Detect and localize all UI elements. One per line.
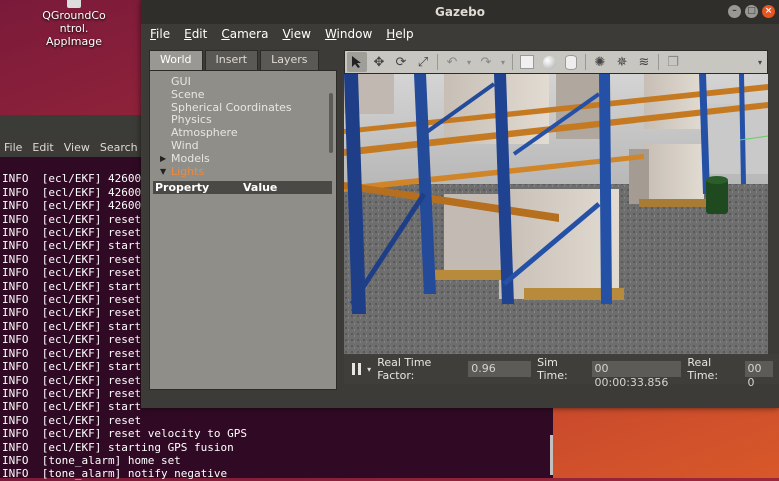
step-dropdown-icon[interactable]: ▾ bbox=[367, 365, 371, 374]
menu-edit[interactable]: Edit bbox=[184, 27, 207, 41]
directional-light-icon[interactable]: ≋ bbox=[634, 52, 654, 72]
more-dropdown-icon[interactable]: ▾ bbox=[753, 52, 767, 72]
translate-icon[interactable]: ✥ bbox=[369, 52, 389, 72]
sim-time-value: 00 00:00:33.856 bbox=[591, 361, 682, 389]
desktop-icon-label-2: ntrol. bbox=[59, 22, 89, 35]
terminal-menu-file[interactable]: File bbox=[4, 141, 22, 154]
tree-scrollbar[interactable] bbox=[329, 93, 333, 153]
box-shape-icon[interactable] bbox=[517, 52, 537, 72]
terminal-line: INFO [tone_alarm] notify negative bbox=[2, 467, 228, 481]
real-time-value: 00 0 bbox=[744, 361, 773, 389]
desktop-icon-label-3: AppImage bbox=[46, 35, 102, 48]
menu-view[interactable]: View bbox=[282, 27, 310, 41]
rotate-icon[interactable]: ⟳ bbox=[391, 52, 411, 72]
real-time-label: Real Time: bbox=[687, 356, 719, 382]
terminal-scrollbar[interactable] bbox=[550, 435, 553, 475]
copy-icon[interactable]: ❐ bbox=[663, 52, 683, 72]
toolbar-separator bbox=[512, 54, 513, 70]
pause-icon[interactable] bbox=[352, 363, 361, 375]
sphere-shape-icon[interactable] bbox=[539, 52, 559, 72]
value-column-header: Value bbox=[243, 181, 278, 194]
spot-light-icon[interactable]: ✵ bbox=[612, 52, 632, 72]
terminal-menu-edit[interactable]: Edit bbox=[32, 141, 53, 154]
rtf-label: Real Time Factor: bbox=[377, 356, 432, 382]
terminal-line: INFO [ecl/EKF] starting GPS fusion bbox=[2, 440, 234, 454]
gazebo-menubar: File Edit Camera View Window Help bbox=[141, 24, 779, 44]
properties-header: Property Value bbox=[153, 181, 332, 194]
toolbar-separator bbox=[658, 54, 659, 70]
toolbar-separator bbox=[585, 54, 586, 70]
terminal-menu-view[interactable]: View bbox=[64, 141, 90, 154]
cylinder-shape-icon[interactable] bbox=[561, 52, 581, 72]
tab-world[interactable]: World bbox=[149, 50, 203, 71]
appimage-icon bbox=[67, 0, 81, 8]
tab-layers[interactable]: Layers bbox=[260, 50, 319, 71]
tree-item-lights-row[interactable]: ▼ Lights bbox=[150, 164, 336, 179]
sim-time-label: Sim Time: bbox=[537, 356, 568, 382]
menu-camera[interactable]: Camera bbox=[221, 27, 268, 41]
terminal-line: INFO [ecl/EKF] reset bbox=[2, 413, 142, 427]
desktop-icon-label-1: QGroundCo bbox=[42, 9, 106, 22]
undo-icon[interactable]: ↶ bbox=[442, 52, 462, 72]
terminal-line: INFO [ecl/EKF] reset velocity to GPS bbox=[2, 427, 248, 441]
gazebo-window[interactable]: Gazebo – □ × File Edit Camera View Windo… bbox=[141, 0, 779, 408]
property-column-header: Property bbox=[155, 181, 210, 194]
close-icon[interactable]: × bbox=[762, 5, 775, 18]
toolbar-separator bbox=[437, 54, 438, 70]
undo-dropdown-icon[interactable]: ▾ bbox=[464, 52, 474, 72]
expand-caret-icon[interactable]: ▶ bbox=[160, 153, 166, 166]
terminal-menu-search[interactable]: Search bbox=[100, 141, 138, 154]
terminal-line: INFO [tone_alarm] home set bbox=[2, 453, 181, 467]
world-panel: GUI Scene Spherical Coordinates Physics … bbox=[149, 70, 337, 390]
maximize-icon[interactable]: □ bbox=[745, 5, 758, 18]
menu-help[interactable]: Help bbox=[386, 27, 413, 41]
minimize-icon[interactable]: – bbox=[728, 5, 741, 18]
tab-insert[interactable]: Insert bbox=[204, 50, 259, 71]
rtf-value: 0.96 bbox=[468, 361, 532, 377]
tree-item-gui[interactable]: GUI bbox=[150, 75, 336, 89]
point-light-icon[interactable]: ✺ bbox=[590, 52, 610, 72]
sim-status-bar: ▾ Real Time Factor: 0.96 Sim Time: 00 00… bbox=[344, 354, 779, 389]
desktop-icon-qgroundcontrol[interactable]: QGroundCo ntrol. AppImage bbox=[38, 0, 110, 48]
world-tree: GUI Scene Spherical Coordinates Physics … bbox=[150, 71, 336, 178]
menu-window[interactable]: Window bbox=[325, 27, 372, 41]
redo-icon[interactable]: ↷ bbox=[476, 52, 496, 72]
tree-item-scene[interactable]: Scene bbox=[150, 88, 336, 102]
left-panel-tabs: World Insert Layers bbox=[149, 50, 319, 71]
menu-file[interactable]: File bbox=[150, 27, 170, 41]
3d-viewport[interactable] bbox=[344, 74, 768, 354]
tree-item-lights: Lights bbox=[171, 164, 205, 178]
select-arrow-icon[interactable] bbox=[347, 52, 367, 72]
scale-icon[interactable]: ⤢ bbox=[413, 52, 433, 72]
scene-toolbar: ✥ ⟳ ⤢ ↶ ▾ ↷ ▾ ✺ ✵ ≋ ❐ ▾ bbox=[344, 50, 768, 74]
window-title: Gazebo bbox=[435, 5, 485, 19]
redo-dropdown-icon[interactable]: ▾ bbox=[498, 52, 508, 72]
tree-item-models: Models bbox=[171, 151, 210, 165]
collapse-caret-icon[interactable]: ▼ bbox=[160, 166, 166, 179]
warehouse-scene bbox=[344, 74, 768, 354]
gazebo-titlebar[interactable]: Gazebo – □ × bbox=[141, 0, 779, 24]
